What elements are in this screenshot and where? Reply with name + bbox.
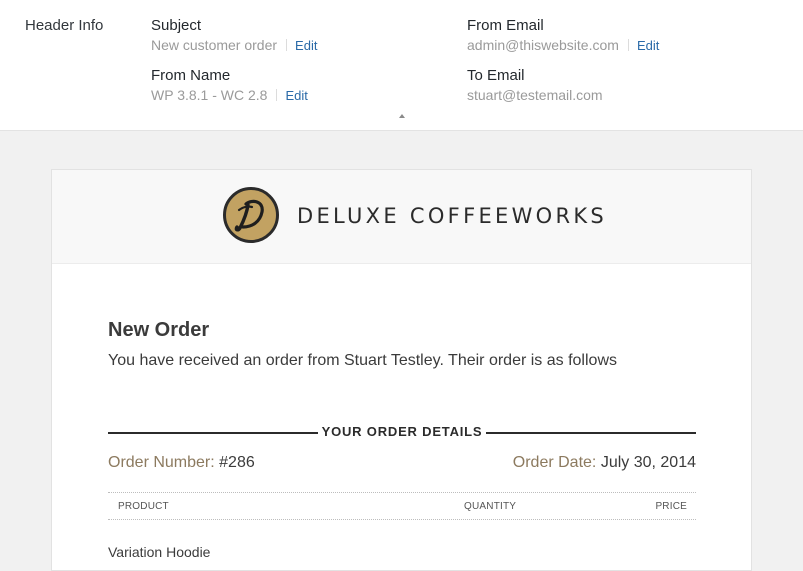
column-header-quantity: QUANTITY <box>464 501 517 512</box>
separator <box>627 39 629 51</box>
order-number-label: Order Number: <box>108 454 215 471</box>
order-number-value: #286 <box>219 454 255 471</box>
table-row-product: Variation Hoodie <box>108 544 211 560</box>
edit-from-name-link[interactable]: Edit <box>285 88 307 103</box>
brand-name: DELUXE COFFEEWORKS <box>297 204 608 228</box>
email-intro: You have received an order from Stuart T… <box>108 352 617 369</box>
order-date: Order Date: July 30, 2014 <box>513 454 696 472</box>
separator <box>276 89 278 101</box>
edit-from-email-link[interactable]: Edit <box>637 38 659 53</box>
from-name-value: WP 3.8.1 - WC 2.8 <box>151 87 268 103</box>
to-email-field: To Email stuart@testemail.com <box>467 67 603 104</box>
order-date-label: Order Date: <box>512 454 597 471</box>
subject-value: New customer order <box>151 37 278 53</box>
divider <box>486 432 696 434</box>
order-details-heading-row: YOUR ORDER DETAILS <box>108 424 696 440</box>
to-email-label: To Email <box>467 67 525 84</box>
collapse-caret-up-icon[interactable] <box>399 114 405 118</box>
from-name-label: From Name <box>151 67 231 84</box>
from-email-value: admin@thiswebsite.com <box>467 37 619 53</box>
subject-label: Subject <box>151 17 202 34</box>
from-name-field: From Name WP 3.8.1 - WC 2.8 Edit <box>151 67 308 105</box>
order-number: Order Number: #286 <box>108 454 255 472</box>
edit-subject-link[interactable]: Edit <box>295 38 317 53</box>
column-header-product: PRODUCT <box>118 501 169 512</box>
from-email-label: From Email <box>467 17 544 34</box>
order-table-header: PRODUCT QUANTITY PRICE <box>108 492 696 520</box>
email-header: DELUXE COFFEEWORKS <box>52 170 751 264</box>
separator <box>286 39 288 51</box>
from-email-field: From Email admin@thiswebsite.com Edit <box>467 17 659 55</box>
email-preview: DELUXE COFFEEWORKS New Order You have re… <box>51 169 752 571</box>
order-date-value: July 30, 2014 <box>600 454 696 471</box>
header-info-panel: Header Info Subject New customer order Ed… <box>0 0 803 131</box>
subject-field: Subject New customer order Edit <box>151 17 317 55</box>
header-info-label: Header Info <box>25 17 104 34</box>
email-title: New Order <box>108 319 210 341</box>
to-email-value: stuart@testemail.com <box>467 87 603 103</box>
column-header-price: PRICE <box>655 501 687 512</box>
logo-monogram-icon <box>223 187 279 243</box>
